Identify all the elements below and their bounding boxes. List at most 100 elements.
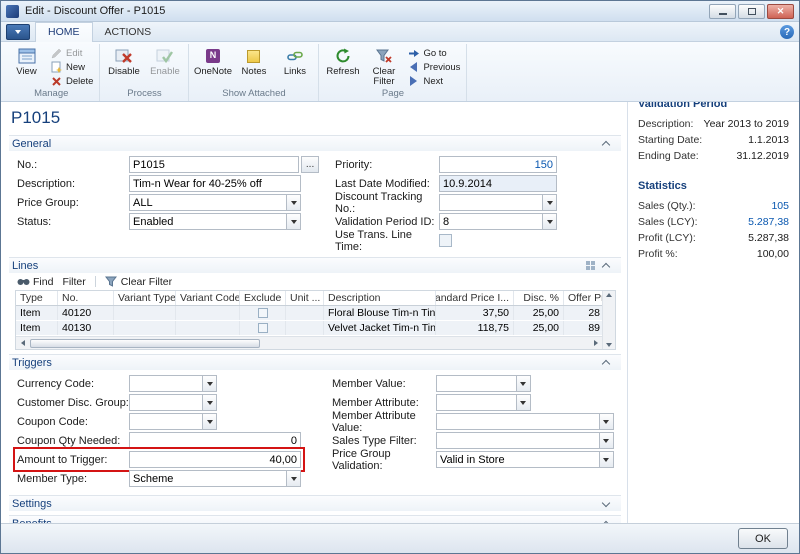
dropdown-arrow-icon[interactable] xyxy=(516,375,531,392)
customer-disc-group-select[interactable] xyxy=(129,394,217,411)
customize-icon[interactable] xyxy=(586,261,595,270)
dropdown-arrow-icon[interactable] xyxy=(202,413,217,430)
currency-code-select[interactable] xyxy=(129,375,217,392)
dropdown-arrow-icon[interactable] xyxy=(202,375,217,392)
description-label: Description: xyxy=(17,178,129,190)
use-trans-line-time-checkbox[interactable] xyxy=(439,234,452,247)
enable-button[interactable]: Enable xyxy=(144,44,185,88)
dropdown-arrow-icon[interactable] xyxy=(202,394,217,411)
status-label: Status: xyxy=(17,216,129,228)
amount-to-trigger-label: Amount to Trigger: xyxy=(17,454,129,466)
maximize-button[interactable] xyxy=(738,4,765,19)
sales-lcy-link[interactable]: 5.287,38 xyxy=(748,216,789,228)
col-variant-code[interactable]: Variant Code xyxy=(176,291,240,305)
dropdown-arrow-icon[interactable] xyxy=(542,194,557,211)
dropdown-arrow-icon[interactable] xyxy=(599,432,614,449)
price-group-select[interactable] xyxy=(129,194,301,211)
clear-filter-toolbar-button[interactable]: Clear Filter xyxy=(105,276,172,288)
col-standard-price[interactable]: Standard Price I... xyxy=(436,291,514,305)
member-attribute-value-select[interactable] xyxy=(436,413,614,430)
clear-filter-button[interactable]: Clear Filter xyxy=(363,44,404,88)
section-header-general[interactable]: General xyxy=(9,135,621,151)
edit-button[interactable]: Edit xyxy=(47,46,96,60)
goto-button[interactable]: Go to xyxy=(404,46,463,60)
dropdown-arrow-icon[interactable] xyxy=(599,413,614,430)
filter-button[interactable]: Filter xyxy=(62,276,85,288)
ribbon-group-page: Refresh Clear Filter Go to xyxy=(319,44,467,101)
dropdown-arrow-icon[interactable] xyxy=(286,194,301,211)
assist-edit-button[interactable]: ... xyxy=(301,156,319,173)
next-button[interactable]: Next xyxy=(404,74,463,88)
dropdown-arrow-icon[interactable] xyxy=(599,451,614,468)
app-menu-button[interactable] xyxy=(6,24,30,40)
chain-link-icon xyxy=(285,47,305,65)
grid-row[interactable]: Item 40120 Floral Blouse Tim-n Tina Wear… xyxy=(16,306,602,321)
refresh-button[interactable]: Refresh xyxy=(322,44,363,88)
notes-button[interactable]: Notes xyxy=(233,44,274,88)
section-header-settings[interactable]: Settings xyxy=(9,495,621,511)
status-select[interactable] xyxy=(129,213,301,230)
vertical-scrollbar[interactable] xyxy=(602,291,615,349)
col-disc-pct[interactable]: Disc. % xyxy=(514,291,564,305)
scroll-up-button[interactable] xyxy=(606,293,612,297)
grid-row[interactable]: Item 40130 Velvet Jacket Tim-n Tina Wear… xyxy=(16,321,602,336)
scroll-down-button[interactable] xyxy=(606,343,612,347)
amount-to-trigger-input[interactable] xyxy=(129,451,301,468)
exclude-checkbox[interactable] xyxy=(258,323,268,333)
coupon-qty-needed-input[interactable] xyxy=(129,432,301,449)
price-group-validation-select[interactable] xyxy=(436,451,614,468)
general-fields: No.: ... Description: Price Group: xyxy=(9,151,621,253)
minimize-button[interactable] xyxy=(709,4,736,19)
section-header-lines[interactable]: Lines xyxy=(9,257,621,273)
col-type[interactable]: Type xyxy=(16,291,58,305)
scroll-left-button[interactable] xyxy=(16,337,29,350)
col-variant-type[interactable]: Variant Type xyxy=(114,291,176,305)
previous-button[interactable]: Previous xyxy=(404,60,463,74)
member-attribute-select[interactable] xyxy=(436,394,531,411)
links-button[interactable]: Links xyxy=(274,44,315,88)
dropdown-arrow-icon[interactable] xyxy=(516,394,531,411)
factbox-row: Ending Date: 31.12.2019 xyxy=(638,148,789,164)
tab-actions[interactable]: ACTIONS xyxy=(93,23,164,41)
find-button[interactable]: Find xyxy=(17,276,53,288)
view-button[interactable]: View xyxy=(6,44,47,88)
close-button[interactable]: ✕ xyxy=(767,4,794,19)
ok-button[interactable]: OK xyxy=(738,528,788,549)
description-input[interactable] xyxy=(129,175,301,192)
coupon-code-select[interactable] xyxy=(129,413,217,430)
member-type-select[interactable] xyxy=(129,470,301,487)
col-no[interactable]: No. xyxy=(58,291,114,305)
section-header-triggers[interactable]: Triggers xyxy=(9,354,621,370)
no-input[interactable] xyxy=(129,156,299,173)
discount-tracking-no-select[interactable] xyxy=(439,194,557,211)
member-attribute-label: Member Attribute: xyxy=(332,397,436,409)
dropdown-arrow-icon[interactable] xyxy=(286,213,301,230)
col-description[interactable]: Description xyxy=(324,291,436,305)
scroll-right-button[interactable] xyxy=(589,337,602,350)
member-value-select[interactable] xyxy=(436,375,531,392)
minimize-icon xyxy=(719,13,727,15)
priority-input[interactable] xyxy=(439,156,557,173)
ribbon: View Edit New xyxy=(1,42,799,102)
col-offer-price[interactable]: Offer Price Inc... xyxy=(564,291,604,305)
disable-button[interactable]: Disable xyxy=(103,44,144,88)
sales-qty-link[interactable]: 105 xyxy=(771,200,789,212)
dropdown-arrow-icon[interactable] xyxy=(286,470,301,487)
amount-to-trigger-highlight: Amount to Trigger: xyxy=(17,451,301,468)
section-header-benefits[interactable]: Benefits xyxy=(9,515,621,523)
discount-tracking-no-label: Discount Tracking No.: xyxy=(335,191,439,215)
horizontal-scrollbar[interactable] xyxy=(16,336,602,349)
tab-home[interactable]: HOME xyxy=(35,22,93,42)
new-button[interactable]: New xyxy=(47,60,96,74)
onenote-button[interactable]: N OneNote xyxy=(192,44,233,88)
delete-button[interactable]: Delete xyxy=(47,74,96,88)
scrollbar-thumb[interactable] xyxy=(30,339,260,348)
help-button[interactable]: ? xyxy=(780,25,794,39)
col-exclude[interactable]: Exclude xyxy=(240,291,286,305)
delete-x-icon xyxy=(50,75,63,87)
sales-type-filter-select[interactable] xyxy=(436,432,614,449)
exclude-checkbox[interactable] xyxy=(258,308,268,318)
validation-period-id-select[interactable] xyxy=(439,213,557,230)
dropdown-arrow-icon[interactable] xyxy=(542,213,557,230)
col-unit[interactable]: Unit ... xyxy=(286,291,324,305)
